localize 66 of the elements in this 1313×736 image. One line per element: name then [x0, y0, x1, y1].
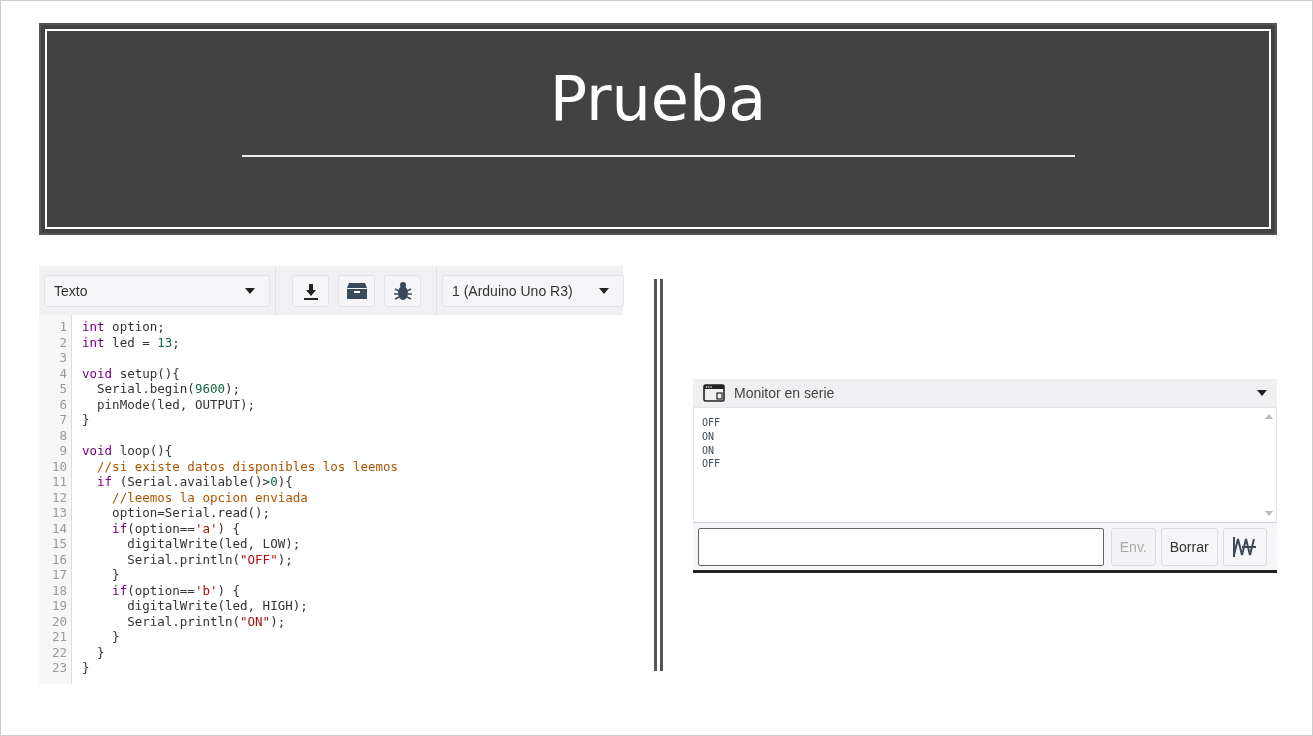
- code-line: }: [111, 629, 120, 644]
- code-line: digitalWrite(led, HIGH);: [126, 598, 308, 613]
- output-line: ON: [702, 443, 716, 458]
- code-line: Serial.begin(9600);: [96, 381, 241, 396]
- code-line: digitalWrite(led, LOW);: [126, 536, 301, 551]
- board-dropdown[interactable]: 1 (Arduino Uno R3): [442, 274, 624, 307]
- code-line: //leemos la opcion enviada: [111, 489, 308, 505]
- line-number: 3: [58, 350, 67, 366]
- code-line: pinMode(led, OUTPUT);: [96, 396, 256, 412]
- line-number: 4: [58, 365, 67, 381]
- line-number: 11: [50, 474, 67, 490]
- window-icon: [703, 384, 725, 402]
- caret-icon: [599, 287, 609, 294]
- line-number: 7: [58, 412, 67, 428]
- code-line: int option;: [82, 319, 165, 334]
- line-number: 17: [50, 567, 67, 583]
- code-line: if(option=='a') {: [111, 520, 241, 536]
- line-number: 5: [58, 381, 67, 397]
- code-line: }: [82, 660, 90, 675]
- code-line: option=Serial.read();: [111, 505, 271, 520]
- line-number: 19: [50, 598, 67, 614]
- caret-icon: [245, 287, 255, 294]
- line-number: 2: [58, 334, 67, 350]
- line-number: 14: [50, 520, 67, 536]
- code-line: Serial.println("ON");: [126, 613, 286, 629]
- debug-button[interactable]: [384, 274, 421, 307]
- output-line: OFF: [702, 457, 722, 472]
- caret-icon[interactable]: [1257, 390, 1267, 396]
- download-icon: [301, 281, 320, 300]
- line-number: 1: [58, 319, 67, 335]
- line-number: 8: [58, 427, 67, 443]
- line-number: 10: [50, 458, 67, 474]
- line-number: 12: [50, 489, 67, 505]
- code-line: if (Serial.available()>0){: [96, 474, 293, 489]
- code-line: //si existe datos disponibles los leemos: [96, 458, 399, 474]
- line-number: 15: [50, 536, 67, 552]
- code-line: void setup(){: [82, 365, 180, 381]
- archive-box-icon: [346, 282, 367, 299]
- code-line: }: [111, 567, 120, 582]
- mode-dropdown[interactable]: Texto: [44, 274, 270, 307]
- download-button[interactable]: [292, 274, 329, 307]
- code-line: Serial.println("OFF");: [126, 551, 293, 567]
- code-line: int led = 13;: [82, 334, 180, 350]
- archive-button[interactable]: [338, 274, 375, 307]
- waveform-icon: [1231, 535, 1258, 559]
- line-number: 6: [58, 396, 67, 412]
- bug-icon: [393, 280, 412, 301]
- line-number: 21: [50, 629, 67, 645]
- line-number: 13: [50, 505, 67, 521]
- output-line: OFF: [702, 416, 722, 430]
- line-number: 18: [50, 582, 67, 598]
- code-line: void loop(){: [82, 443, 173, 458]
- output-line: ON: [702, 429, 716, 444]
- code-line: }: [96, 644, 105, 660]
- line-number: 16: [50, 551, 67, 567]
- plotter-button[interactable]: [1222, 528, 1267, 566]
- clear-button[interactable]: Borrar: [1160, 528, 1218, 566]
- line-number: 23: [50, 660, 67, 676]
- line-number: 22: [50, 644, 67, 660]
- line-number: 9: [58, 443, 67, 459]
- slide-title: Prueba: [549, 65, 767, 134]
- line-number: 20: [50, 613, 67, 629]
- code-line: }: [82, 412, 90, 427]
- code-line: if(option=='b') {: [111, 582, 241, 598]
- monitor-title: Monitor en serie: [734, 385, 836, 401]
- input-field[interactable]: [698, 528, 1104, 566]
